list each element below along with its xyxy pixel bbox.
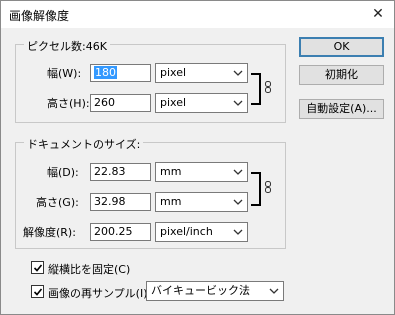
doc-height-unit-select[interactable]: mm	[155, 192, 248, 212]
pixel-width-unit: pixel	[160, 66, 187, 79]
doc-height-unit: mm	[160, 195, 182, 208]
constrain-proportions-label[interactable]: 縦横比を固定(C)	[48, 261, 130, 277]
doc-height-value: 32.98	[94, 195, 126, 208]
chevron-down-icon	[233, 193, 243, 211]
pixel-height-label: 高さ(H):	[47, 97, 90, 110]
document-size-legend: ドキュメントのサイズ:	[24, 136, 144, 152]
doc-width-label: 幅(D):	[47, 166, 79, 179]
pixel-width-value: 180	[94, 66, 117, 79]
chevron-down-icon	[269, 282, 279, 300]
pixel-dimensions-group: ピクセル数:46K 幅(W): 180 pixel 高さ(H): 260 pix…	[15, 38, 286, 123]
resample-image-label[interactable]: 画像の再サンプル(I):	[48, 285, 151, 301]
pixel-height-unit: pixel	[160, 96, 187, 109]
pixel-height-input[interactable]: 260	[90, 94, 151, 112]
title-bar[interactable]: 画像解像度 ✕	[1, 1, 394, 28]
doc-height-input[interactable]: 32.98	[90, 193, 151, 211]
close-icon[interactable]: ✕	[368, 4, 388, 24]
resample-method-select[interactable]: バイキュービック法	[146, 281, 284, 301]
chevron-down-icon	[233, 64, 243, 82]
dialog-title: 画像解像度	[9, 9, 70, 23]
pixel-width-input[interactable]: 180	[90, 64, 151, 82]
pixel-height-value: 260	[94, 96, 115, 109]
doc-width-input[interactable]: 22.83	[90, 163, 151, 181]
resolution-unit: pixel/inch	[160, 225, 213, 238]
document-size-group: ドキュメントのサイズ: 幅(D): 22.83 mm 高さ(G): 32.98 …	[15, 136, 286, 249]
checkmark-icon	[33, 264, 43, 272]
constrain-proportions-checkbox[interactable]	[31, 261, 44, 274]
pixel-dimensions-legend: ピクセル数:46K	[24, 38, 110, 54]
doc-height-label: 高さ(G):	[36, 196, 79, 209]
resample-image-checkbox[interactable]	[31, 285, 44, 298]
link-icon	[265, 81, 271, 93]
document-link-bracket	[251, 172, 261, 206]
auto-button[interactable]: 自動設定(A)...	[299, 99, 384, 119]
resolution-unit-select[interactable]: pixel/inch	[155, 222, 248, 242]
pixel-width-label: 幅(W):	[47, 67, 82, 80]
chevron-down-icon	[233, 223, 243, 241]
pixel-width-unit-select[interactable]: pixel	[155, 63, 248, 83]
resample-method-value: バイキュービック法	[151, 284, 250, 297]
image-size-dialog: 画像解像度 ✕ ピクセル数:46K 幅(W): 180 pixel 高さ(H):…	[0, 0, 395, 315]
resolution-label: 解像度(R):	[23, 226, 76, 239]
doc-width-unit-select[interactable]: mm	[155, 162, 248, 182]
chevron-down-icon	[233, 163, 243, 181]
resolution-value: 200.25	[94, 225, 133, 238]
doc-width-value: 22.83	[94, 165, 126, 178]
reset-button[interactable]: 初期化	[299, 65, 384, 85]
link-icon	[265, 181, 271, 193]
checkmark-icon	[33, 288, 43, 296]
pixel-height-unit-select[interactable]: pixel	[155, 93, 248, 113]
pixel-link-bracket	[251, 73, 261, 105]
ok-button[interactable]: OK	[299, 37, 384, 57]
resolution-input[interactable]: 200.25	[90, 223, 151, 241]
chevron-down-icon	[233, 94, 243, 112]
doc-width-unit: mm	[160, 165, 182, 178]
